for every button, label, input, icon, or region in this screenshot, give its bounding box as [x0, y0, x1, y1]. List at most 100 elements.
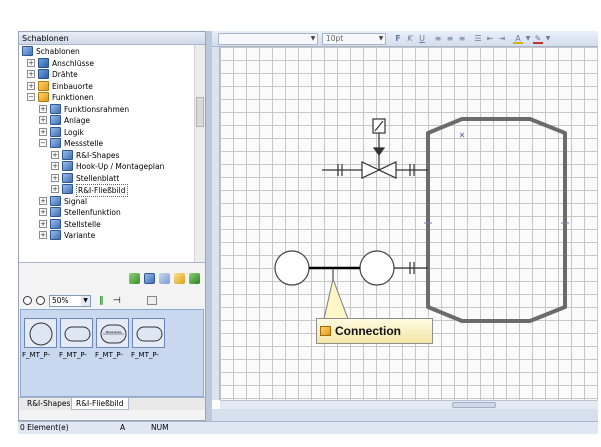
pump-circle-right[interactable]: [359, 250, 395, 286]
shape-label-2: F_MT_P-: [59, 351, 87, 359]
stencil-icon: [50, 138, 61, 148]
tree-scrollbar[interactable]: [194, 45, 205, 262]
tree-item-label: Messstelle: [64, 139, 104, 148]
tree-item-label: Stellenfunktion: [64, 208, 121, 217]
zoom-row: 50% ▼ ‖ ⊣: [19, 294, 205, 308]
tree-item-label: Funktionsrahmen: [64, 104, 130, 114]
expand-icon[interactable]: +: [27, 58, 35, 67]
stencil-icon: [38, 80, 49, 91]
stencil-view-icon-4[interactable]: [174, 273, 185, 284]
tree-item-label: Variante: [64, 231, 96, 240]
format-toolbar: ▼ 10pt ▼ F K U ≡ ≡ ≡ ☰ ⇤ ⇥ A ▼ ✎ ▼: [212, 31, 598, 47]
shape-tile-capsule[interactable]: [60, 318, 93, 348]
chevron-down-icon[interactable]: ▼: [543, 34, 553, 44]
stencil-icon: [50, 207, 61, 217]
zoom-in-icon[interactable]: [23, 296, 32, 305]
shape-label-3: F_MT_P-: [95, 351, 123, 359]
tab-ri-fliessbild[interactable]: R&I-Fließbild: [71, 398, 129, 410]
tree-item-label: Stellenblatt: [76, 173, 120, 183]
status-mode: A: [120, 423, 126, 432]
horizontal-scrollbar[interactable]: [220, 400, 598, 409]
grid-toggle-icon[interactable]: ‖: [99, 296, 109, 306]
shape-tile-messstelle[interactable]: Messstelle: [96, 318, 129, 348]
expand-icon[interactable]: +: [51, 173, 59, 182]
stencil-icon: [38, 69, 49, 79]
stencil-view-icon-5[interactable]: [189, 273, 200, 284]
page-tab-strip: [212, 409, 598, 421]
stencil-panel: Schablonen Schablonen + Anschlüsse + Drähte +…: [18, 31, 206, 421]
stencil-view-icon-1[interactable]: [129, 273, 140, 284]
expand-icon[interactable]: +: [27, 70, 35, 78]
font-name-select[interactable]: ▼: [218, 33, 318, 45]
stencil-icon: [50, 126, 61, 137]
outdent-icon[interactable]: ⇤: [485, 34, 495, 44]
stencil-icon: [50, 195, 61, 206]
zoom-out-icon[interactable]: [36, 296, 45, 305]
collapse-icon[interactable]: −: [39, 139, 47, 147]
stencil-options-icon[interactable]: [147, 296, 157, 305]
stencil-icon: [62, 161, 73, 171]
expand-icon[interactable]: +: [39, 116, 47, 124]
stencil-icon: [38, 92, 49, 102]
scroll-thumb[interactable]: [452, 402, 496, 408]
bold-icon[interactable]: F: [393, 34, 403, 44]
italic-icon[interactable]: K: [405, 34, 415, 44]
shape-caption: Messstelle: [105, 330, 122, 334]
expand-icon[interactable]: +: [39, 104, 47, 113]
tree-item-label: Drähte: [52, 70, 78, 79]
indent-icon[interactable]: ⇥: [497, 34, 507, 44]
stencil-icon: [22, 46, 33, 56]
expand-icon[interactable]: +: [51, 162, 59, 170]
underline-icon[interactable]: U: [417, 34, 427, 44]
list-icon[interactable]: ☰: [473, 34, 483, 44]
stencil-icon: [50, 218, 61, 229]
expand-icon[interactable]: +: [39, 127, 47, 136]
expand-icon[interactable]: +: [39, 208, 47, 216]
font-size-select[interactable]: 10pt ▼: [322, 33, 386, 45]
expand-icon[interactable]: +: [39, 231, 47, 239]
tree-item-label: Stellstelle: [64, 219, 101, 229]
control-valve[interactable]: [361, 118, 397, 179]
tree-item-label: Anschlüsse: [52, 58, 94, 68]
stencil-icon: [62, 172, 73, 183]
stencil-icon: [62, 184, 73, 194]
expand-icon[interactable]: +: [51, 185, 59, 193]
expand-icon[interactable]: +: [39, 196, 47, 205]
shape-tile-rounded[interactable]: [132, 318, 165, 348]
chevron-down-icon: ▼: [310, 35, 316, 42]
zoom-select[interactable]: 50% ▼: [49, 295, 91, 307]
pin-icon[interactable]: ⊣: [113, 296, 125, 306]
stencil-view-icon-2[interactable]: [144, 273, 155, 284]
chevron-down-icon[interactable]: ▼: [523, 34, 533, 44]
expand-icon[interactable]: +: [39, 219, 47, 228]
tab-ri-shapes[interactable]: R&I-Shapes: [23, 398, 74, 410]
lower-pipe[interactable]: [393, 262, 428, 274]
font-color-icon[interactable]: A: [513, 34, 523, 44]
drawing-canvas[interactable]: [220, 47, 598, 400]
expand-icon[interactable]: +: [51, 150, 59, 159]
tank-shape[interactable]: [426, 117, 567, 323]
status-bar: 0 Element(e) A NUM: [18, 421, 598, 434]
align-right-icon[interactable]: ≡: [457, 34, 467, 44]
app-window: Schablonen Schablonen + Anschlüsse + Drähte +…: [0, 0, 601, 447]
chevron-down-icon: ▼: [378, 35, 384, 42]
stencil-icon: [62, 149, 73, 160]
tree-item-label: Signal: [64, 196, 88, 206]
expand-icon[interactable]: +: [27, 81, 35, 90]
pid-diagram: [274, 117, 569, 323]
pump-circle-left[interactable]: [274, 250, 310, 286]
stencil-icon: [50, 230, 61, 240]
shape-palette: Messstelle F_MT_P- F_MT_P- F_MT_P- F_MT_…: [20, 309, 204, 397]
stencil-view-icon-3[interactable]: [159, 273, 170, 284]
align-left-icon[interactable]: ≡: [433, 34, 443, 44]
stencil-icon: [38, 57, 49, 68]
align-center-icon[interactable]: ≡: [445, 34, 455, 44]
tree-item-label: Hook-Up / Montageplan: [76, 162, 165, 171]
stencil-tree[interactable]: Schablonen + Anschlüsse + Drähte + Einbauorte −…: [19, 45, 205, 263]
tree-item-label: Schablonen: [36, 47, 80, 56]
fill-color-icon[interactable]: ✎: [533, 34, 543, 44]
connection-icon: [320, 326, 331, 336]
shape-tile-circle[interactable]: [24, 318, 57, 348]
tree-item-label: R&I-Shapes: [76, 150, 120, 160]
collapse-icon[interactable]: −: [27, 93, 35, 101]
